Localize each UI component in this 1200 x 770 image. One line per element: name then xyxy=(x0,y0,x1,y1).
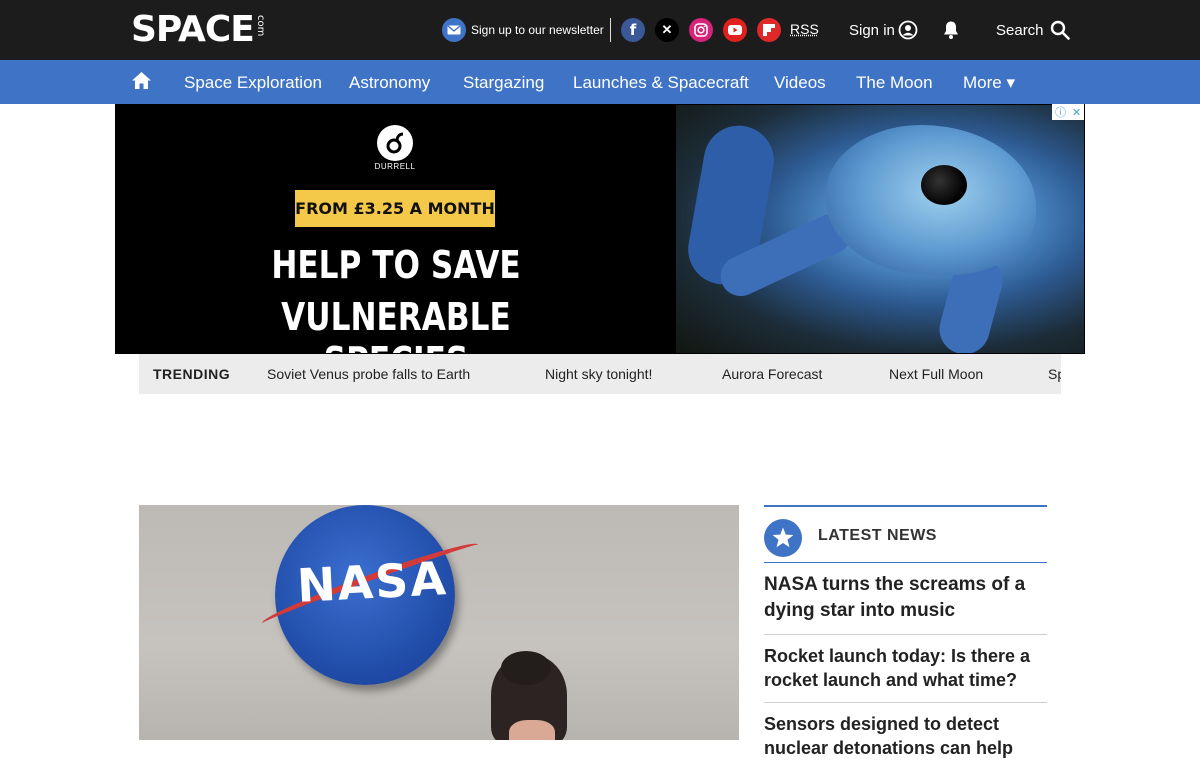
trending-item[interactable]: Aurora Forecast xyxy=(722,366,822,382)
youtube-icon[interactable] xyxy=(723,18,747,42)
news-item[interactable]: Rocket launch today: Is there a rocket l… xyxy=(764,635,1047,703)
flipboard-icon[interactable] xyxy=(757,18,781,42)
nav-more[interactable]: More ▾ xyxy=(963,73,1015,93)
x-icon[interactable]: ✕ xyxy=(655,18,679,42)
sign-in-button[interactable]: Sign in xyxy=(849,18,918,42)
news-item[interactable]: Sensors designed to detect nuclear deton… xyxy=(764,703,1047,770)
home-icon[interactable] xyxy=(131,71,152,95)
logo-text: SPACE xyxy=(131,12,254,48)
nav-videos[interactable]: Videos xyxy=(774,73,826,93)
person-hair-bun xyxy=(501,651,551,685)
trending-bar: TRENDING Soviet Venus probe falls to Ear… xyxy=(139,354,1061,394)
nav-launches-spacecraft[interactable]: Launches & Spacecraft xyxy=(573,73,749,93)
instagram-icon[interactable] xyxy=(689,18,713,42)
search-button[interactable]: Search xyxy=(996,18,1070,42)
trending-item[interactable]: Sp xyxy=(1048,366,1061,382)
news-item[interactable]: NASA turns the screams of a dying star i… xyxy=(764,563,1047,635)
info-icon: ⓘ xyxy=(1055,104,1066,120)
rss-link[interactable]: RSS xyxy=(790,21,819,37)
ad-frog-image xyxy=(676,105,1085,353)
person-face xyxy=(509,720,555,740)
ad-price-badge: FROM £3.25 A MONTH xyxy=(295,190,495,227)
ad-headline-2: VULNERABLE SPECIES xyxy=(232,295,560,354)
newsletter-label: Sign up to our newsletter xyxy=(471,23,604,37)
nav-astronomy[interactable]: Astronomy xyxy=(349,73,430,93)
ad-choices-icon[interactable]: ⓘ ✕ xyxy=(1052,104,1084,120)
trending-item[interactable]: Night sky tonight! xyxy=(545,366,652,382)
top-bar: SPACE com Sign up to our newsletter f ✕ … xyxy=(0,0,1200,60)
facebook-icon[interactable]: f xyxy=(621,18,645,42)
nav-stargazing[interactable]: Stargazing xyxy=(463,73,544,93)
search-icon xyxy=(1050,20,1070,40)
nav-the-moon[interactable]: The Moon xyxy=(856,73,933,93)
ad-brand: DURRELL xyxy=(356,162,434,171)
trending-label: TRENDING xyxy=(153,366,230,382)
latest-news-panel: LATEST NEWS NASA turns the screams of a … xyxy=(764,505,1047,770)
ad-headline-1: HELP TO SAVE xyxy=(232,243,560,287)
nav-space-exploration[interactable]: Space Exploration xyxy=(184,73,322,93)
search-label: Search xyxy=(996,22,1044,39)
ad-text-panel: DURRELL FROM £3.25 A MONTH HELP TO SAVE … xyxy=(116,105,676,353)
frog-eye xyxy=(921,165,967,205)
close-icon[interactable]: ✕ xyxy=(1072,106,1081,119)
newsletter-link[interactable]: Sign up to our newsletter xyxy=(442,18,604,42)
star-icon xyxy=(764,519,802,557)
main-nav: Space Exploration Astronomy Stargazing L… xyxy=(0,60,1200,104)
user-icon xyxy=(898,20,918,40)
advertisement-banner[interactable]: DURRELL FROM £3.25 A MONTH HELP TO SAVE … xyxy=(115,104,1085,354)
nasa-logo: NASA xyxy=(275,505,455,685)
sign-in-label: Sign in xyxy=(849,22,895,39)
logo-suffix: com xyxy=(255,15,265,36)
header-divider xyxy=(610,18,611,42)
trending-item[interactable]: Soviet Venus probe falls to Earth xyxy=(267,366,470,382)
site-logo[interactable]: SPACE com xyxy=(131,12,265,48)
nasa-logo-text: NASA xyxy=(296,551,449,613)
latest-news-header: LATEST NEWS xyxy=(764,505,1047,563)
hero-image[interactable]: NASA xyxy=(139,505,739,740)
mail-icon xyxy=(442,18,466,42)
trending-item[interactable]: Next Full Moon xyxy=(889,366,983,382)
latest-news-title: LATEST NEWS xyxy=(818,527,937,545)
bell-icon[interactable] xyxy=(942,20,960,45)
durrell-logo-icon xyxy=(377,125,413,161)
